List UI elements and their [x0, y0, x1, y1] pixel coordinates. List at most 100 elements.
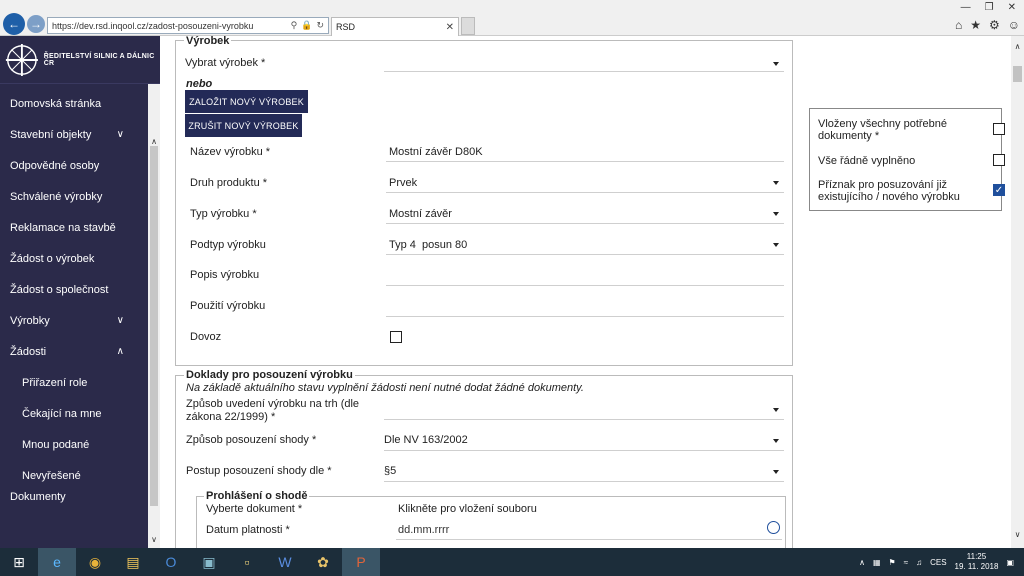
sidebar-subitem-nevyresene[interactable]: Nevyřešené: [0, 460, 148, 491]
popis-input[interactable]: [386, 264, 786, 286]
filled-checkbox[interactable]: [993, 154, 1005, 166]
doklady-legend: Doklady pro posouzení výrobku: [184, 369, 355, 381]
sidebar-item-schvalene-vyrobky[interactable]: Schválené výrobky: [0, 181, 148, 212]
checklist-panel: Vloženy všechny potřebné dokumenty * Vše…: [809, 108, 1005, 211]
dovoz-label: Dovoz: [190, 331, 222, 343]
sidebar-item-domovska-stranka[interactable]: Domovská stránka: [0, 88, 148, 119]
sidebar-item-dokumenty[interactable]: Dokumenty: [0, 491, 148, 503]
postup-label: Postup posouzení shody dle *: [186, 465, 332, 477]
popis-label: Popis výrobku: [190, 269, 260, 281]
sidebar-item-zadosti[interactable]: Žádosti ∧: [0, 336, 148, 367]
language-indicator[interactable]: CES: [930, 558, 946, 567]
system-tray: ∧ ▦ ⚑ ≈ ♫ CES 11:25 19. 11. 2018 ▣: [859, 552, 1024, 572]
close-window-icon[interactable]: ✕: [1008, 2, 1016, 13]
scroll-up-icon[interactable]: ∧: [1011, 42, 1024, 56]
chevron-down-icon: [773, 62, 779, 66]
outlook-icon[interactable]: O: [152, 548, 190, 576]
chrome-icon[interactable]: ◉: [76, 548, 114, 576]
smiley-icon[interactable]: ☺: [1008, 18, 1020, 32]
checklist-item-filled: Vše řádně vyplněno: [818, 155, 916, 167]
or-text: nebo: [186, 78, 213, 90]
chevron-down-icon: [773, 181, 779, 185]
logo[interactable]: ŘEDITELSTVÍ SILNIC A DÁLNIC ČR: [0, 36, 160, 84]
datum-input[interactable]: dd.mm.rrrr: [396, 520, 784, 540]
typ-label: Typ výrobku *: [190, 208, 257, 220]
prohlaseni-legend: Prohlášení o shodě: [204, 490, 310, 502]
sidebar-scroll-thumb[interactable]: [150, 146, 158, 506]
new-tab-button[interactable]: [461, 17, 475, 35]
chevron-down-icon: [773, 439, 779, 443]
dovoz-checkbox[interactable]: [390, 331, 402, 343]
forward-button[interactable]: →: [27, 15, 45, 33]
browser-chrome: ← → https://dev.rsd.inqool.cz/zadost-pos…: [0, 0, 1024, 36]
typ-select[interactable]: Mostní závěr: [386, 202, 786, 224]
postup-select[interactable]: §5: [384, 460, 786, 482]
notifications-icon[interactable]: ▣: [1006, 558, 1014, 567]
cancel-new-product-button[interactable]: ZRUŠIT NOVÝ VÝROBEK: [185, 114, 302, 137]
doc-upload[interactable]: Klikněte pro vložení souboru: [398, 503, 537, 515]
sidebar-item-stavebni-objekty[interactable]: Stavební objekty ∨: [0, 119, 148, 150]
paint-icon[interactable]: ✿: [304, 548, 342, 576]
word-icon[interactable]: W: [266, 548, 304, 576]
flag-icon[interactable]: ⚑: [889, 558, 896, 567]
sidebar-scrollbar[interactable]: ∧ ∨: [148, 84, 160, 548]
nazev-input[interactable]: Mostní závěr D80K: [386, 140, 786, 162]
sidebar-subitem-mnou-podane[interactable]: Mnou podané: [0, 429, 148, 460]
home-icon[interactable]: ⌂: [955, 18, 962, 32]
zpusob-uvedeni-select[interactable]: [384, 398, 786, 420]
chevron-down-icon: [773, 212, 779, 216]
up-arrow-icon[interactable]: ∧: [859, 558, 865, 567]
sidebar-item-reklamace[interactable]: Reklamace na stavbě: [0, 212, 148, 243]
doc-label: Vyberte dokument *: [206, 503, 303, 515]
scroll-down-icon[interactable]: ∨: [1011, 530, 1024, 539]
wifi-icon[interactable]: ≈: [904, 558, 908, 567]
close-icon[interactable]: ✕: [446, 22, 454, 33]
zpusob-posouzeni-select[interactable]: Dle NV 163/2002: [384, 429, 786, 451]
computer-icon[interactable]: ▣: [190, 548, 228, 576]
sidebar-item-vyrobky[interactable]: Výrobky ∨: [0, 305, 148, 336]
podtyp-label: Podtyp výrobku: [190, 239, 266, 251]
restore-icon[interactable]: ❐: [985, 2, 994, 13]
pouziti-input[interactable]: [386, 295, 786, 317]
url-text: https://dev.rsd.inqool.cz/zadost-posouze…: [52, 20, 254, 31]
tab-rsd[interactable]: RSD ✕: [331, 17, 459, 36]
refresh-icon[interactable]: ↻: [316, 20, 324, 31]
chevron-down-icon: ∨: [116, 315, 124, 326]
druh-select[interactable]: Prvek: [386, 171, 786, 193]
sidebar-subitem-cekajici-na-mne[interactable]: Čekající na mne: [0, 398, 148, 429]
select-vyrobek-dropdown[interactable]: [384, 54, 786, 72]
powerpoint-icon[interactable]: P: [342, 548, 380, 576]
doklady-note: Na základě aktuálního stavu vyplnění žád…: [186, 382, 584, 394]
address-bar[interactable]: https://dev.rsd.inqool.cz/zadost-posouze…: [47, 17, 329, 34]
logo-text: ŘEDITELSTVÍ SILNIC A DÁLNIC ČR: [43, 52, 155, 67]
vyrobek-legend: Výrobek: [184, 36, 232, 47]
search-icon[interactable]: ⚲: [291, 20, 298, 31]
clock-icon[interactable]: [767, 521, 780, 534]
star-icon[interactable]: ★: [970, 18, 981, 32]
ie-icon[interactable]: e: [38, 548, 76, 576]
chevron-down-icon: [773, 408, 779, 412]
window-controls: — ❐ ✕: [955, 0, 1022, 15]
sidebar-subitem-prirazeni-role[interactable]: Přiřazení role: [0, 367, 148, 398]
chevron-down-icon: [773, 470, 779, 474]
clock[interactable]: 11:25 19. 11. 2018: [955, 552, 999, 572]
flag-checkbox[interactable]: ✓: [993, 184, 1005, 196]
gear-icon[interactable]: ⚙: [989, 18, 1000, 32]
main-scrollbar[interactable]: ∧ ∨: [1011, 36, 1024, 548]
minimize-icon[interactable]: —: [961, 2, 971, 13]
windows-start-icon[interactable]: ⊞: [0, 548, 38, 576]
chevron-up-icon: ∧: [116, 346, 124, 357]
network-icon[interactable]: ▦: [873, 558, 881, 567]
explorer-icon[interactable]: ▤: [114, 548, 152, 576]
documents-checkbox[interactable]: [993, 123, 1005, 135]
create-product-button[interactable]: ZALOŽIT NOVÝ VÝROBEK: [185, 90, 308, 113]
sidebar-item-odpovedne-osoby[interactable]: Odpovědné osoby: [0, 150, 148, 181]
podtyp-select[interactable]: Typ 4 posun 80: [386, 233, 786, 255]
sidebar-item-zadost-o-vyrobek[interactable]: Žádost o výrobek: [0, 243, 148, 274]
notes-icon[interactable]: ▫: [228, 548, 266, 576]
back-button[interactable]: ←: [3, 13, 25, 35]
sidebar-item-zadost-o-spolecnost[interactable]: Žádost o společnost: [0, 274, 148, 305]
scroll-down-icon[interactable]: ∨: [148, 532, 160, 546]
volume-icon[interactable]: ♫: [916, 558, 922, 567]
main-scroll-thumb[interactable]: [1013, 66, 1022, 82]
